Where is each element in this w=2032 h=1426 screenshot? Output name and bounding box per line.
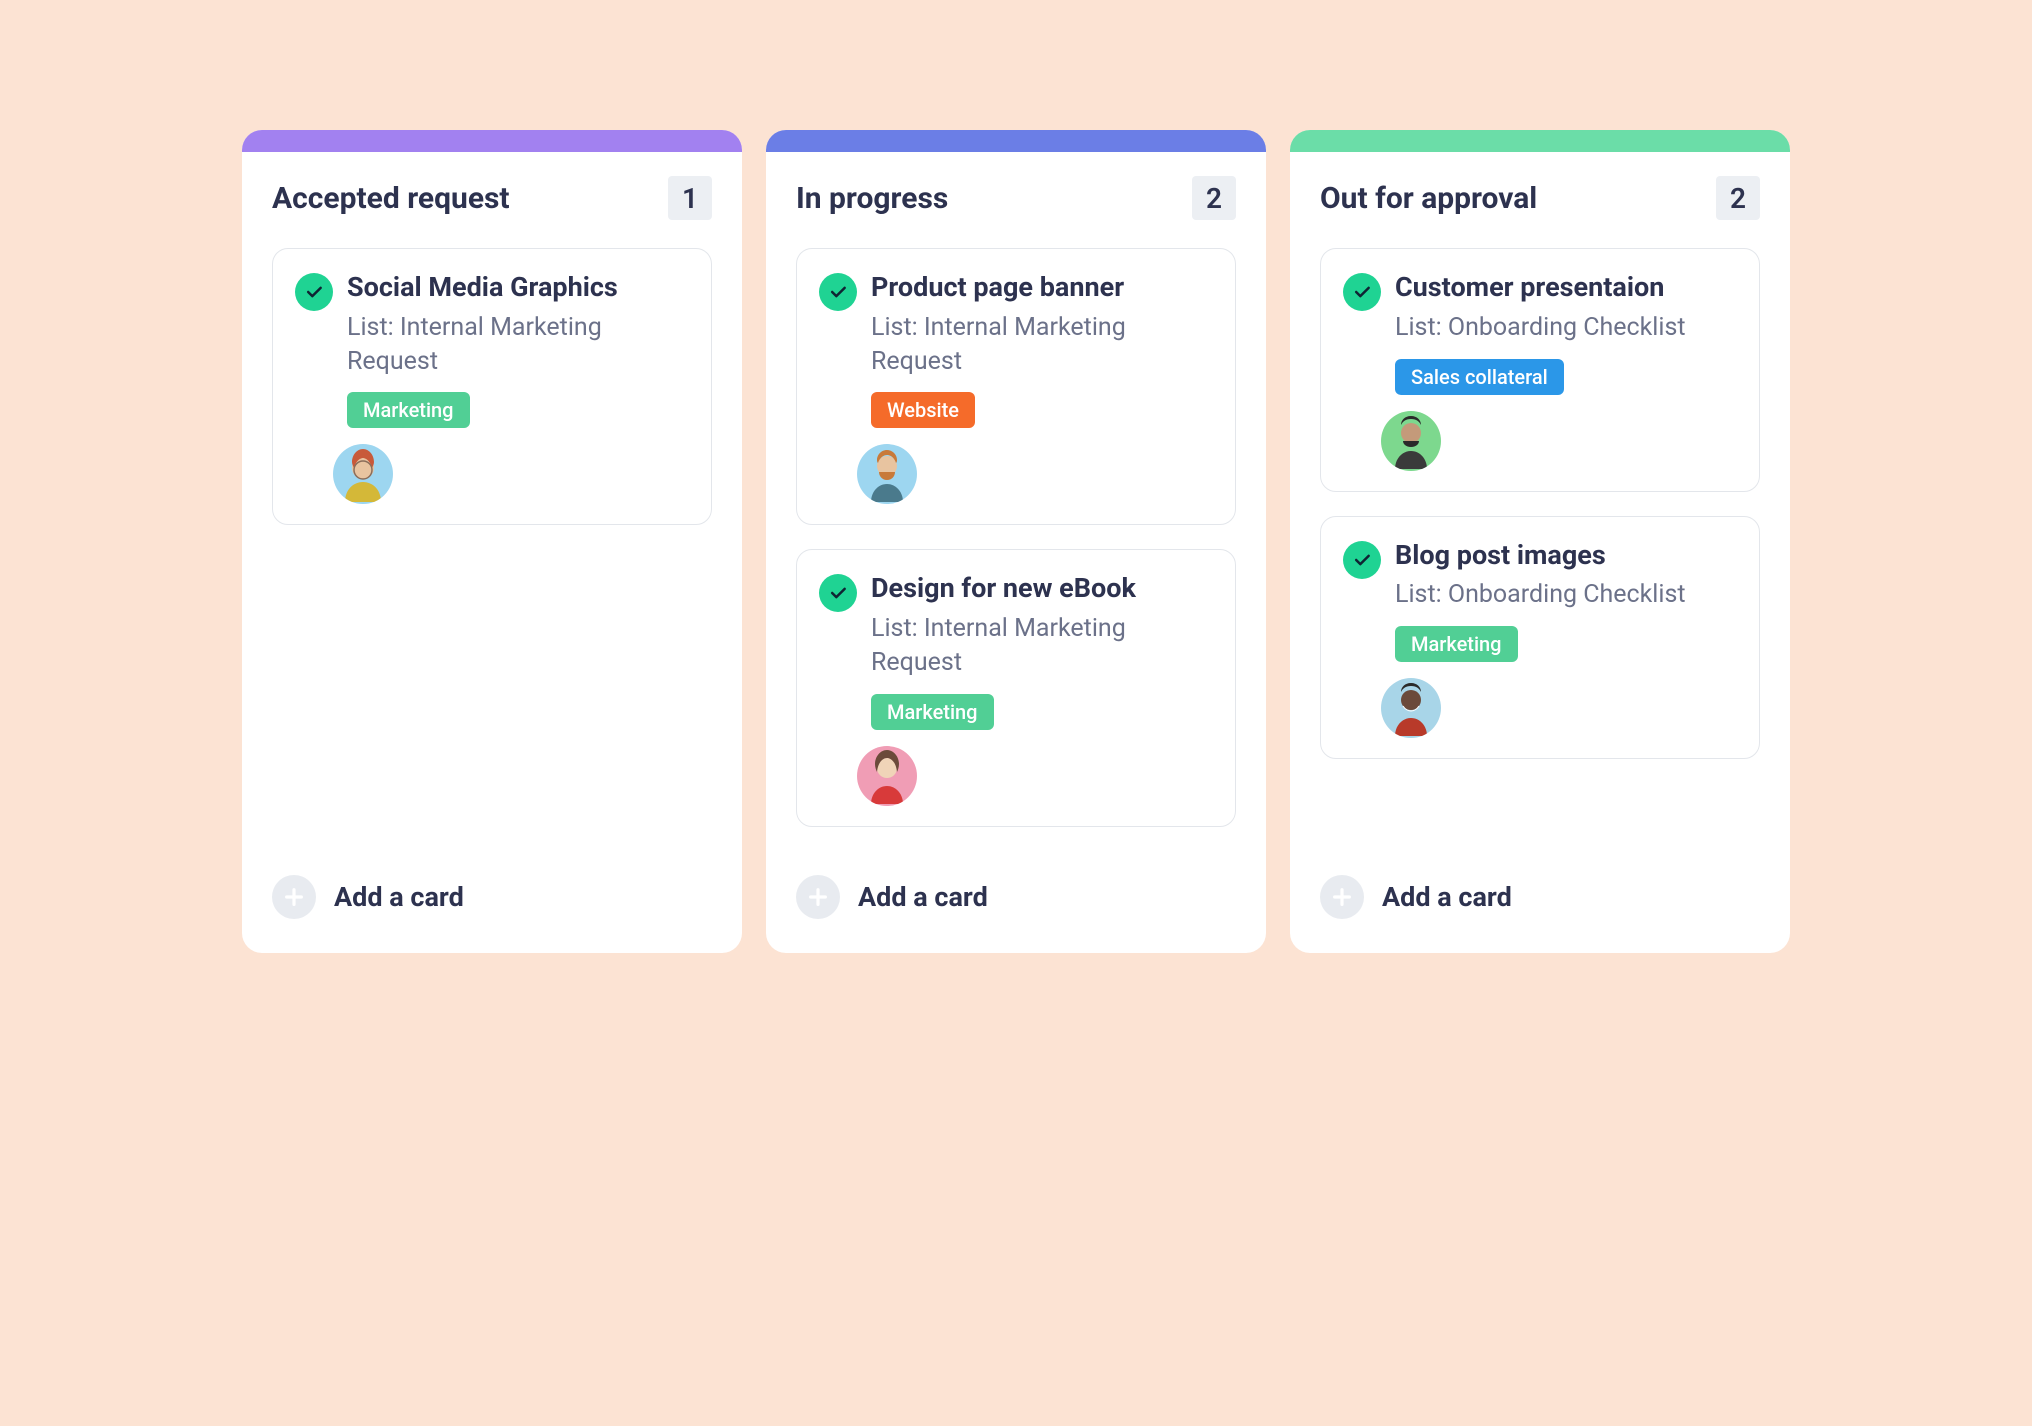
check-icon [819, 273, 857, 311]
card-title: Customer presentaion [1395, 271, 1737, 305]
card-subtitle: List: Onboarding Checklist [1395, 578, 1737, 612]
cards-container: Social Media Graphics List: Internal Mar… [242, 238, 742, 851]
column-header: Accepted request 1 [242, 152, 742, 238]
check-icon [819, 574, 857, 612]
column-accent [1290, 130, 1790, 152]
avatar[interactable] [857, 444, 917, 504]
card-title: Social Media Graphics [347, 271, 689, 305]
avatar[interactable] [857, 746, 917, 806]
card-tag: Marketing [871, 694, 994, 730]
plus-icon [1320, 875, 1364, 919]
add-card-label: Add a card [334, 881, 464, 913]
task-card[interactable]: Social Media Graphics List: Internal Mar… [272, 248, 712, 525]
column-title: Accepted request [272, 181, 510, 216]
avatar[interactable] [1381, 678, 1441, 738]
card-subtitle: List: Internal Marketing Request [871, 612, 1213, 680]
check-icon [295, 273, 333, 311]
add-card-label: Add a card [1382, 881, 1512, 913]
card-tag: Website [871, 392, 975, 428]
cards-container: Product page banner List: Internal Marke… [766, 238, 1266, 851]
card-tag: Marketing [1395, 626, 1518, 662]
add-card-button[interactable]: Add a card [766, 851, 1266, 953]
column-out-for-approval: Out for approval 2 Customer presentaion … [1290, 130, 1790, 953]
column-title: Out for approval [1320, 181, 1537, 216]
avatar[interactable] [1381, 411, 1441, 471]
card-subtitle: List: Onboarding Checklist [1395, 311, 1737, 345]
card-content: Customer presentaion List: Onboarding Ch… [1395, 271, 1737, 471]
column-count-badge: 2 [1192, 176, 1236, 220]
column-header: In progress 2 [766, 152, 1266, 238]
column-header: Out for approval 2 [1290, 152, 1790, 238]
column-in-progress: In progress 2 Product page banner List: … [766, 130, 1266, 953]
column-title: In progress [796, 181, 948, 216]
check-icon [1343, 273, 1381, 311]
card-content: Product page banner List: Internal Marke… [871, 271, 1213, 504]
cards-container: Customer presentaion List: Onboarding Ch… [1290, 238, 1790, 851]
column-count-badge: 2 [1716, 176, 1760, 220]
card-content: Blog post images List: Onboarding Checkl… [1395, 539, 1737, 739]
column-accepted-request: Accepted request 1 Social Media Graphics… [242, 130, 742, 953]
add-card-button[interactable]: Add a card [1290, 851, 1790, 953]
card-title: Blog post images [1395, 539, 1737, 573]
task-card[interactable]: Blog post images List: Onboarding Checkl… [1320, 516, 1760, 760]
add-card-label: Add a card [858, 881, 988, 913]
task-card[interactable]: Design for new eBook List: Internal Mark… [796, 549, 1236, 826]
card-subtitle: List: Internal Marketing Request [871, 311, 1213, 379]
card-content: Design for new eBook List: Internal Mark… [871, 572, 1213, 805]
plus-icon [272, 875, 316, 919]
kanban-board: Accepted request 1 Social Media Graphics… [242, 130, 1790, 953]
check-icon [1343, 541, 1381, 579]
add-card-button[interactable]: Add a card [242, 851, 742, 953]
card-title: Design for new eBook [871, 572, 1213, 606]
card-content: Social Media Graphics List: Internal Mar… [347, 271, 689, 504]
task-card[interactable]: Product page banner List: Internal Marke… [796, 248, 1236, 525]
avatar[interactable] [333, 444, 393, 504]
card-tag: Marketing [347, 392, 470, 428]
plus-icon [796, 875, 840, 919]
task-card[interactable]: Customer presentaion List: Onboarding Ch… [1320, 248, 1760, 492]
column-count-badge: 1 [668, 176, 712, 220]
card-subtitle: List: Internal Marketing Request [347, 311, 689, 379]
card-tag: Sales collateral [1395, 359, 1564, 395]
card-title: Product page banner [871, 271, 1213, 305]
column-accent [766, 130, 1266, 152]
column-accent [242, 130, 742, 152]
